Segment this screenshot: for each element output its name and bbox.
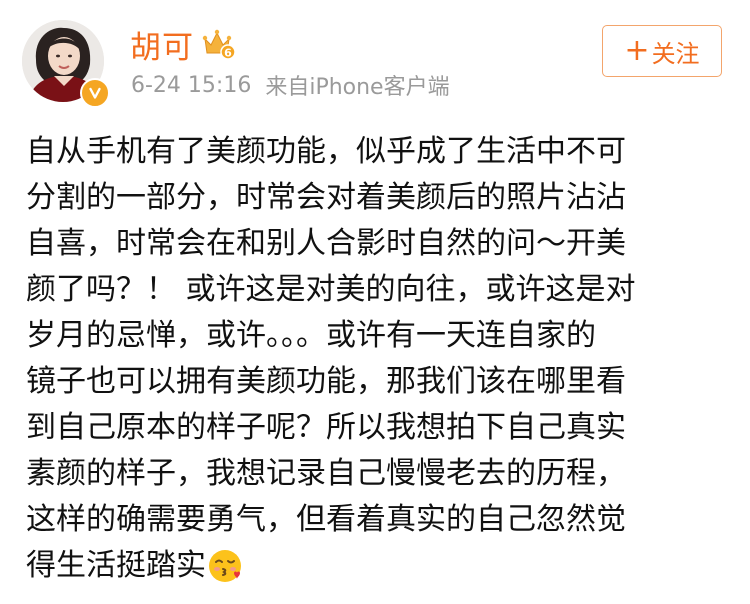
post-line: 分割的一部分，时常会对着美颜后的照片沾沾: [26, 180, 626, 215]
kiss-emoji: [209, 550, 241, 582]
username[interactable]: 胡可: [130, 22, 194, 67]
username-row: 胡可 6: [130, 22, 236, 66]
post-line: 自从手机有了美颜功能，似乎成了生活中不可: [26, 134, 626, 169]
post-line-text: 得生活挺踏实: [26, 548, 206, 583]
post-meta: 6-24 15:16 来自iPhone客户端: [131, 68, 450, 102]
post-line: 颜了吗？！ 或许这是对美的向往，或许这是对: [26, 272, 636, 307]
post-time: 6-24 15:16: [131, 72, 252, 98]
post-line: 岁月的忌惮，或许。。。或许有一天连自家的: [26, 318, 596, 353]
svg-text:6: 6: [224, 47, 232, 60]
verified-v-icon: [80, 78, 110, 108]
follow-button[interactable]: + 关注: [602, 25, 722, 77]
follow-plus-icon: +: [624, 33, 650, 68]
post-text: 自从手机有了美颜功能，似乎成了生活中不可 分割的一部分，时常会对着美颜后的照片沾…: [26, 129, 738, 589]
post-header: 胡可 6 6-24 15:16 来自iPhone客户端 + 关注: [0, 0, 750, 120]
post-line: 到自己原本的样子呢？所以我想拍下自己真实: [26, 410, 626, 445]
avatar[interactable]: [22, 20, 110, 108]
post-line: 自喜，时常会在和别人合影时自然的问～开美: [26, 226, 626, 261]
crown-vip-icon[interactable]: 6: [202, 27, 236, 61]
post-source: 来自iPhone客户端: [265, 75, 450, 100]
post-line-last: 得生活挺踏实: [26, 543, 738, 589]
follow-button-label: 关注: [651, 39, 700, 68]
post-line: 镜子也可以拥有美颜功能，那我们该在哪里看: [26, 364, 626, 399]
post-line: 这样的确需要勇气，但看着真实的自己忽然觉: [26, 502, 626, 537]
post-line: 素颜的样子，我想记录自己慢慢老去的历程，: [26, 456, 626, 491]
